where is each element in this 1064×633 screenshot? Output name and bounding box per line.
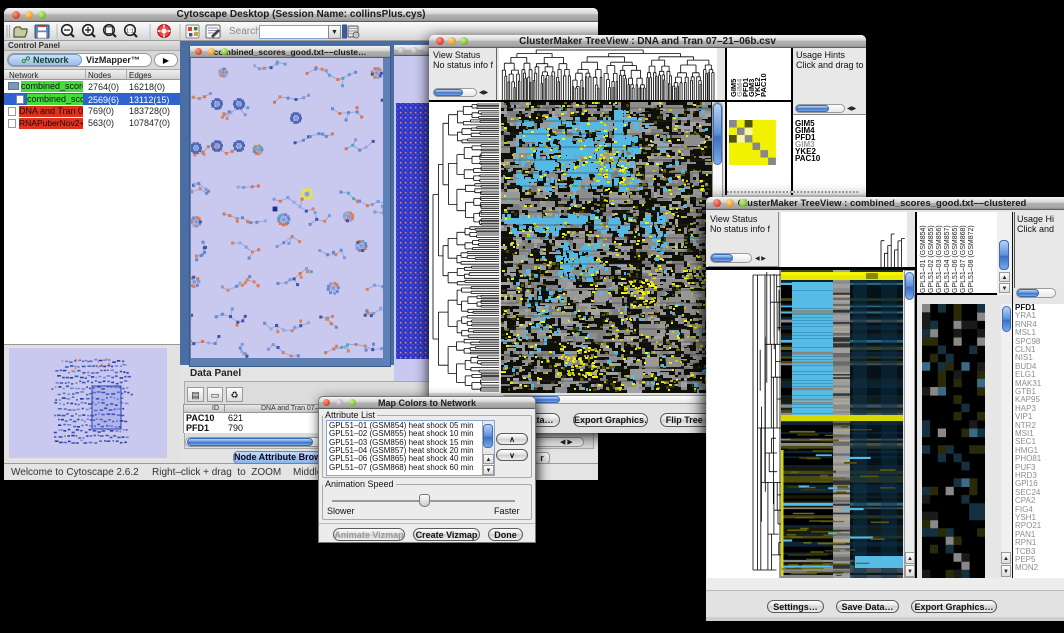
svg-text:1:1: 1:1 bbox=[126, 28, 134, 34]
